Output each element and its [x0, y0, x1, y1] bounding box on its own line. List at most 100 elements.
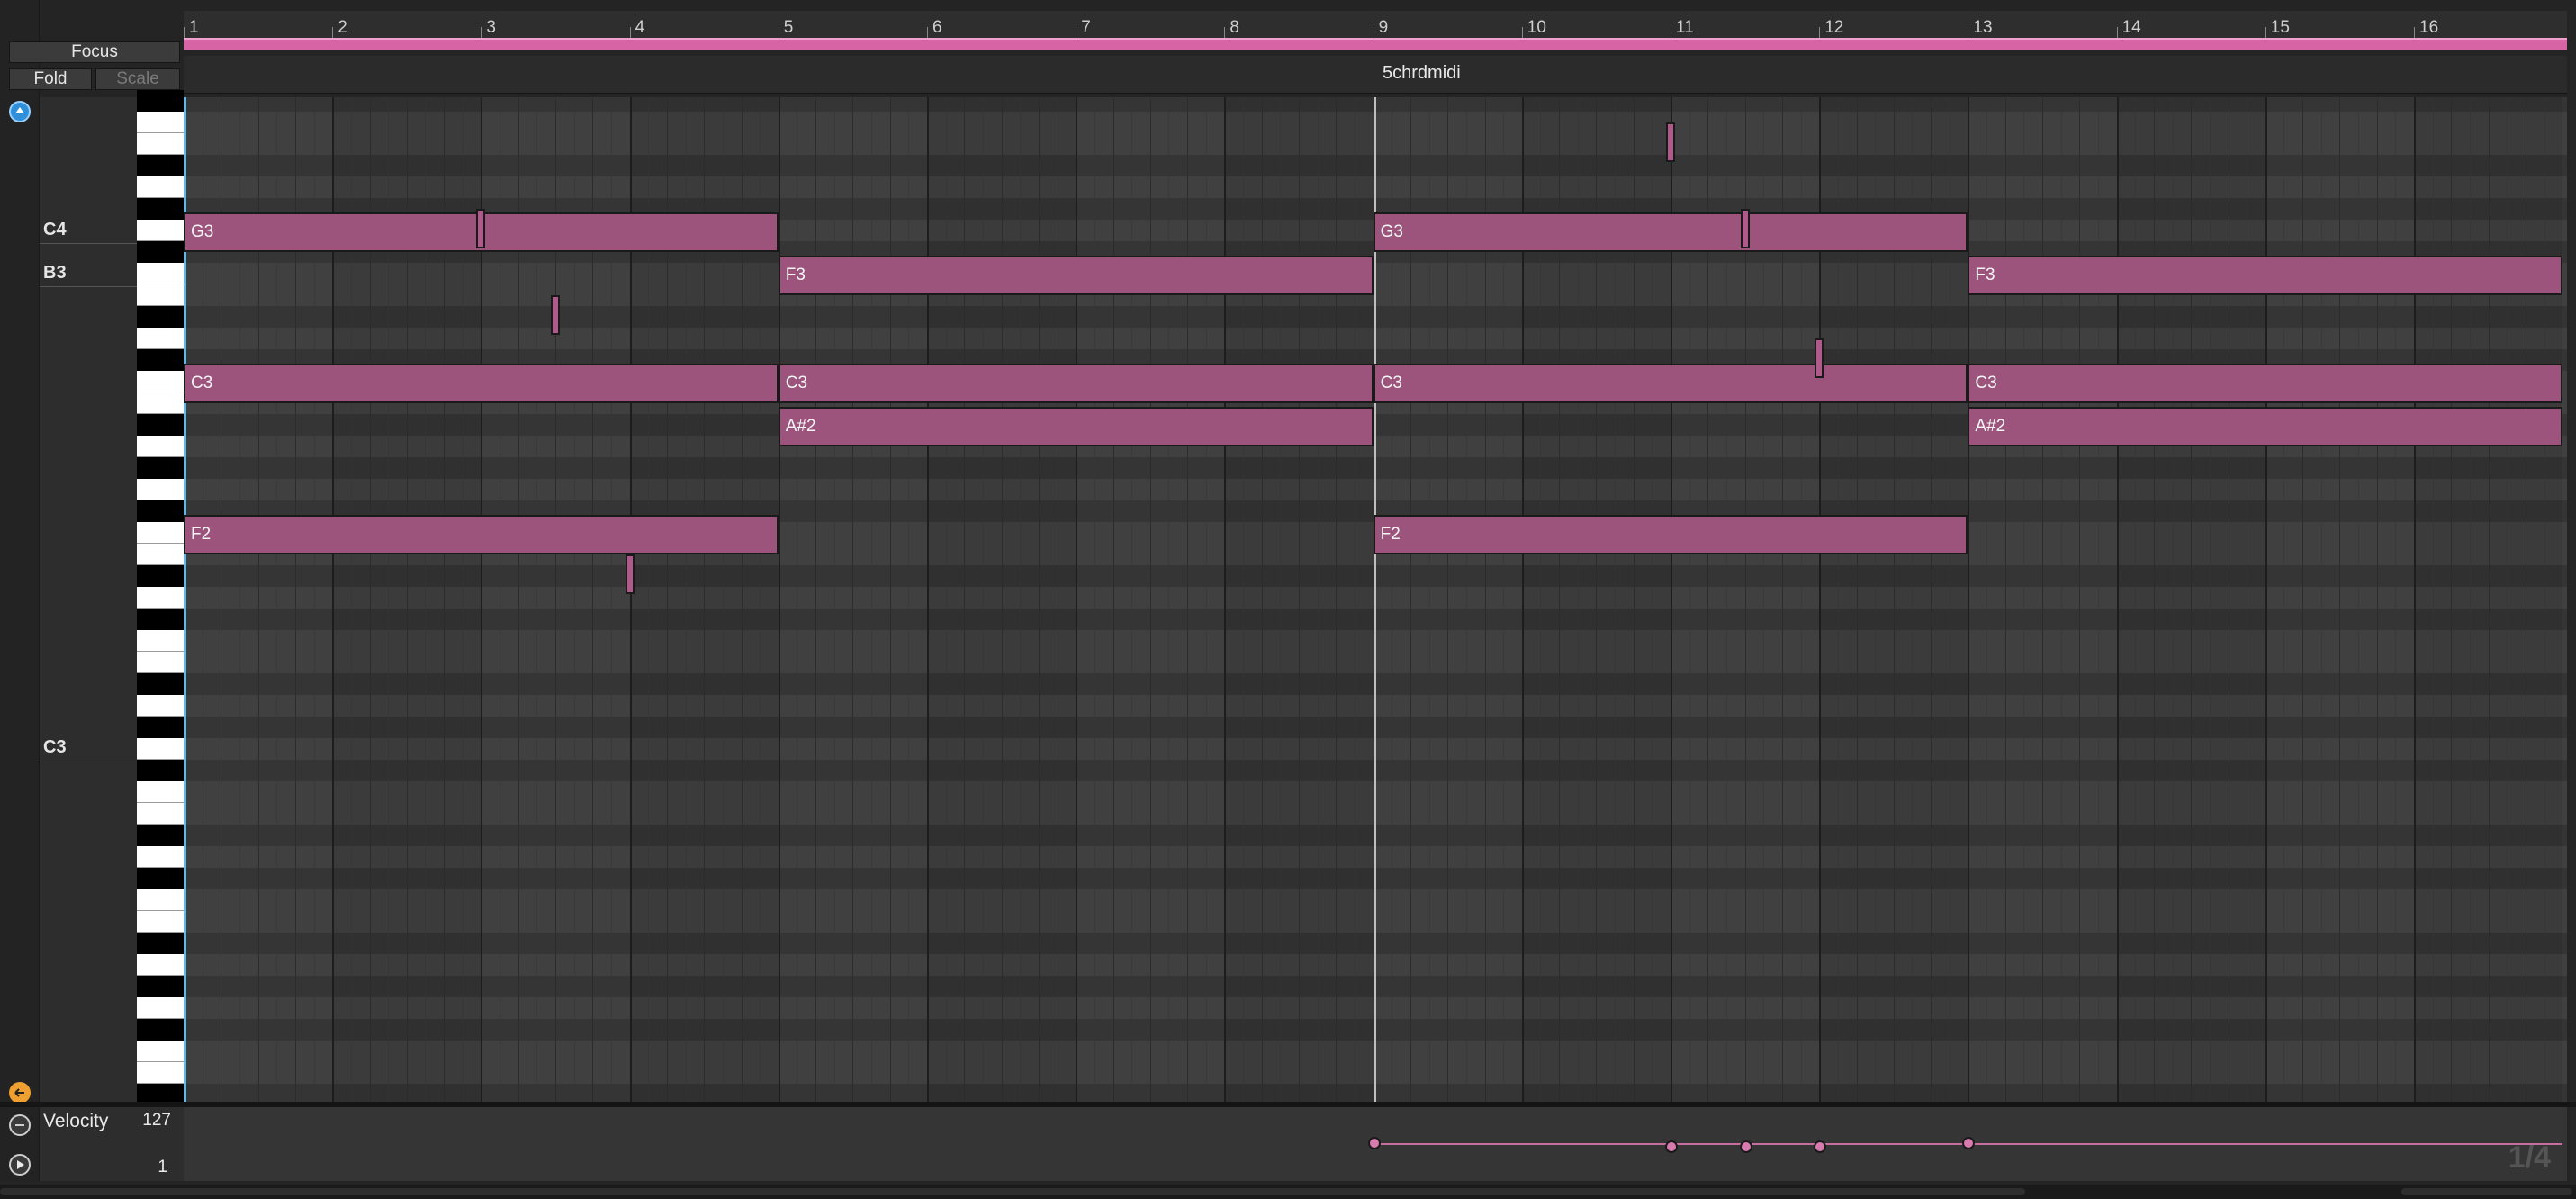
- piano-white-key[interactable]: [137, 263, 184, 284]
- piano-white-key[interactable]: [137, 1062, 184, 1084]
- fold-button[interactable]: Fold: [9, 68, 92, 90]
- piano-white-key[interactable]: [137, 284, 184, 306]
- piano-black-key[interactable]: [137, 349, 184, 371]
- midi-note-short[interactable]: [551, 295, 561, 335]
- piano-black-key[interactable]: [137, 717, 184, 738]
- midi-note-short[interactable]: [476, 209, 486, 248]
- grid-line: [1076, 97, 1078, 1102]
- grid-line: [2116, 97, 2119, 1102]
- piano-white-key[interactable]: [137, 176, 184, 198]
- grid-line: [1020, 97, 1022, 1102]
- piano-white-key[interactable]: [137, 392, 184, 414]
- piano-black-key[interactable]: [137, 414, 184, 436]
- piano-black-key[interactable]: [137, 457, 184, 479]
- grid-line: [1354, 97, 1356, 1102]
- piano-keyboard[interactable]: [137, 90, 184, 1105]
- piano-white-key[interactable]: [137, 544, 184, 565]
- grid-line: [2135, 97, 2137, 1102]
- piano-black-key[interactable]: [137, 1019, 184, 1041]
- grid-line: [871, 97, 873, 1102]
- midi-note-short[interactable]: [625, 554, 635, 594]
- piano-white-key[interactable]: [137, 436, 184, 457]
- velocity-handle[interactable]: [1962, 1137, 1976, 1149]
- midi-note[interactable]: C3: [778, 364, 1374, 403]
- piano-black-key[interactable]: [137, 565, 184, 587]
- piano-black-key[interactable]: [137, 868, 184, 889]
- bar-number: 9: [1378, 18, 1389, 37]
- piano-white-key[interactable]: [137, 889, 184, 911]
- piano-black-key[interactable]: [137, 500, 184, 522]
- midi-note[interactable]: C3: [1373, 364, 1968, 403]
- piano-white-key[interactable]: [137, 371, 184, 392]
- scale-button[interactable]: Scale: [95, 68, 180, 90]
- scrollbar-thumb-secondary[interactable]: [2401, 1188, 2572, 1195]
- note-name-column[interactable]: C4 B3 C3: [40, 97, 137, 1102]
- piano-white-key[interactable]: [137, 133, 184, 155]
- velocity-handle[interactable]: [1665, 1140, 1678, 1153]
- note-grid[interactable]: G3 G3 F3 F3 C3 C3 C3 C3 A#2 A#2 F2 F2: [184, 97, 2567, 1102]
- piano-black-key[interactable]: [137, 825, 184, 846]
- midi-note[interactable]: G3: [1373, 212, 1968, 252]
- piano-black-key[interactable]: [137, 673, 184, 695]
- grid-line: [1261, 97, 1263, 1102]
- piano-white-key[interactable]: [137, 911, 184, 933]
- midi-note[interactable]: A#2: [778, 407, 1374, 446]
- preview-toggle-icon[interactable]: [9, 101, 31, 122]
- piano-black-key[interactable]: [137, 241, 184, 263]
- grid-line: [815, 97, 817, 1102]
- piano-black-key[interactable]: [137, 198, 184, 220]
- grid-line: [2488, 97, 2490, 1102]
- piano-white-key[interactable]: [137, 695, 184, 717]
- piano-black-key[interactable]: [137, 760, 184, 781]
- midi-note-short[interactable]: [1740, 209, 1750, 248]
- piano-white-key[interactable]: [137, 954, 184, 976]
- piano-white-key[interactable]: [137, 1041, 184, 1062]
- velocity-handle[interactable]: [1739, 1140, 1752, 1153]
- piano-white-key[interactable]: [137, 781, 184, 803]
- bar-number: 5: [783, 18, 794, 37]
- midi-note[interactable]: F3: [778, 256, 1374, 295]
- velocity-lane[interactable]: 1/4: [184, 1107, 2567, 1181]
- piano-white-key[interactable]: [137, 652, 184, 673]
- midi-note-short[interactable]: [1815, 338, 1824, 378]
- piano-black-key[interactable]: [137, 90, 184, 112]
- midi-note[interactable]: F3: [1968, 256, 2563, 295]
- piano-white-key[interactable]: [137, 738, 184, 760]
- piano-black-key[interactable]: [137, 306, 184, 328]
- bar-number: 16: [2419, 18, 2439, 37]
- piano-black-key[interactable]: [137, 609, 184, 630]
- piano-white-key[interactable]: [137, 328, 184, 349]
- midi-note[interactable]: F2: [1373, 515, 1968, 554]
- piano-white-key[interactable]: [137, 846, 184, 868]
- midi-note[interactable]: A#2: [1968, 407, 2563, 446]
- velocity-handle[interactable]: [1814, 1140, 1827, 1153]
- piano-black-key[interactable]: [137, 933, 184, 954]
- midi-note[interactable]: F2: [184, 515, 779, 554]
- piano-white-key[interactable]: [137, 587, 184, 609]
- piano-white-key[interactable]: [137, 630, 184, 652]
- piano-white-key[interactable]: [137, 997, 184, 1019]
- collapse-arrow-icon[interactable]: [9, 1082, 31, 1104]
- piano-black-key[interactable]: [137, 976, 184, 997]
- piano-white-key[interactable]: [137, 220, 184, 241]
- grid-line: [1243, 97, 1245, 1102]
- velocity-handle[interactable]: [1367, 1137, 1381, 1149]
- piano-black-key[interactable]: [137, 155, 184, 176]
- grid-line: [908, 97, 910, 1102]
- piano-white-key[interactable]: [137, 522, 184, 544]
- grid-line: [889, 97, 891, 1102]
- midi-note[interactable]: C3: [1968, 364, 2563, 403]
- piano-white-key[interactable]: [137, 112, 184, 133]
- velocity-max-label: 127: [142, 1111, 171, 1130]
- loop-brace[interactable]: [184, 38, 2567, 50]
- midi-note-short[interactable]: [1666, 122, 1676, 162]
- piano-white-key[interactable]: [137, 803, 184, 825]
- horizontal-scrollbar[interactable]: [0, 1185, 2576, 1199]
- scrollbar-thumb[interactable]: [0, 1188, 2025, 1195]
- grid-line: [1224, 97, 1227, 1102]
- play-icon[interactable]: [9, 1154, 31, 1176]
- midi-note[interactable]: C3: [184, 364, 779, 403]
- focus-button[interactable]: Focus: [9, 41, 180, 63]
- envelope-lane-icon[interactable]: [9, 1114, 31, 1136]
- piano-white-key[interactable]: [137, 479, 184, 500]
